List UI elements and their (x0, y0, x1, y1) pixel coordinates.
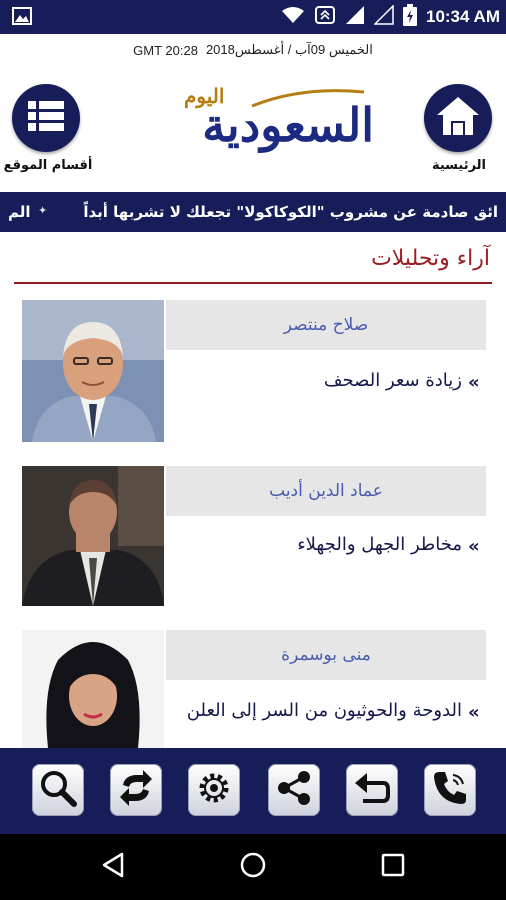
refresh-button[interactable] (110, 764, 162, 816)
bottom-toolbar (0, 748, 506, 834)
opinion-article[interactable]: صلاح منتصر زيادة سعر الصحف « (22, 300, 486, 442)
sections-menu-button[interactable] (12, 84, 80, 152)
gmt-time: GMT 20:28 (133, 42, 198, 58)
home-button[interactable] (424, 84, 492, 152)
section-title: آراء وتحليلات (371, 246, 490, 271)
system-nav-bar (0, 834, 506, 900)
article-headline[interactable]: زيادة سعر الصحف (170, 368, 462, 394)
signal-2-icon (373, 4, 394, 29)
status-bar: 10:34 AM (0, 0, 506, 34)
share-icon (275, 769, 313, 811)
status-time: 10:34 AM (425, 7, 500, 26)
date-text: الخميس 09آب / أغسطس2018 (205, 42, 373, 57)
share-button[interactable] (268, 764, 320, 816)
square-recents-icon (380, 852, 406, 882)
nav-recents-button[interactable] (378, 852, 408, 882)
list-menu-icon (27, 99, 65, 137)
gallery-notification-icon (12, 7, 32, 25)
home-label: الرئيسية (431, 158, 487, 173)
article-headline[interactable]: مخاطر الجهل والجهلاء (170, 532, 462, 558)
triangle-back-icon (100, 851, 126, 883)
settings-button[interactable] (188, 764, 240, 816)
wifi-icon (281, 6, 305, 28)
sections-label: أقسام الموقع (3, 158, 93, 173)
author-photo[interactable] (22, 630, 164, 748)
ticker-headline[interactable]: ائق صادمة عن مشروب "الكوكاكولا" تجعلك لا… (83, 192, 498, 232)
opinion-article[interactable]: منى بوسمرة الدوحة والحوثيون من السر إلى … (22, 630, 486, 748)
refresh-icon (117, 769, 155, 811)
chevron-double-left-icon: « (468, 702, 480, 723)
site-logo: اليوم السعودية (132, 84, 375, 168)
author-photo[interactable] (22, 300, 164, 442)
ticker-logo-icon: ✦ (38, 204, 48, 217)
nav-back-button[interactable] (98, 852, 128, 882)
news-ticker[interactable]: ائق صادمة عن مشروب "الكوكاكولا" تجعلك لا… (0, 192, 506, 232)
author-name[interactable]: منى بوسمرة (166, 630, 486, 680)
back-button[interactable] (346, 764, 398, 816)
logo-title: السعودية (202, 98, 375, 152)
circle-home-icon (239, 851, 267, 883)
chevron-double-left-icon: « (468, 372, 480, 393)
ticker-next-headline[interactable]: الم (8, 192, 31, 232)
section-divider (14, 282, 492, 284)
back-icon (353, 769, 391, 811)
date-line: الخميس 09آب / أغسطس2018 GMT 20:28 (0, 34, 506, 66)
opinion-article[interactable]: عماد الدين أديب مخاطر الجهل والجهلاء « (22, 466, 486, 606)
signal-icon (345, 5, 365, 29)
data-icon (314, 5, 336, 29)
search-icon (39, 769, 77, 811)
call-icon (431, 769, 469, 811)
search-button[interactable] (32, 764, 84, 816)
site-header: الرئيسية اليوم السعودية أقسام الموقع (0, 66, 506, 192)
settings-icon (195, 769, 233, 811)
article-headline[interactable]: الدوحة والحوثيون من السر إلى العلن (170, 698, 462, 724)
nav-home-button[interactable] (238, 852, 268, 882)
home-icon (435, 95, 481, 141)
author-name[interactable]: عماد الدين أديب (166, 466, 486, 516)
author-photo[interactable] (22, 466, 164, 606)
battery-icon (402, 4, 417, 30)
call-button[interactable] (424, 764, 476, 816)
author-name[interactable]: صلاح منتصر (166, 300, 486, 350)
chevron-double-left-icon: « (468, 536, 480, 557)
